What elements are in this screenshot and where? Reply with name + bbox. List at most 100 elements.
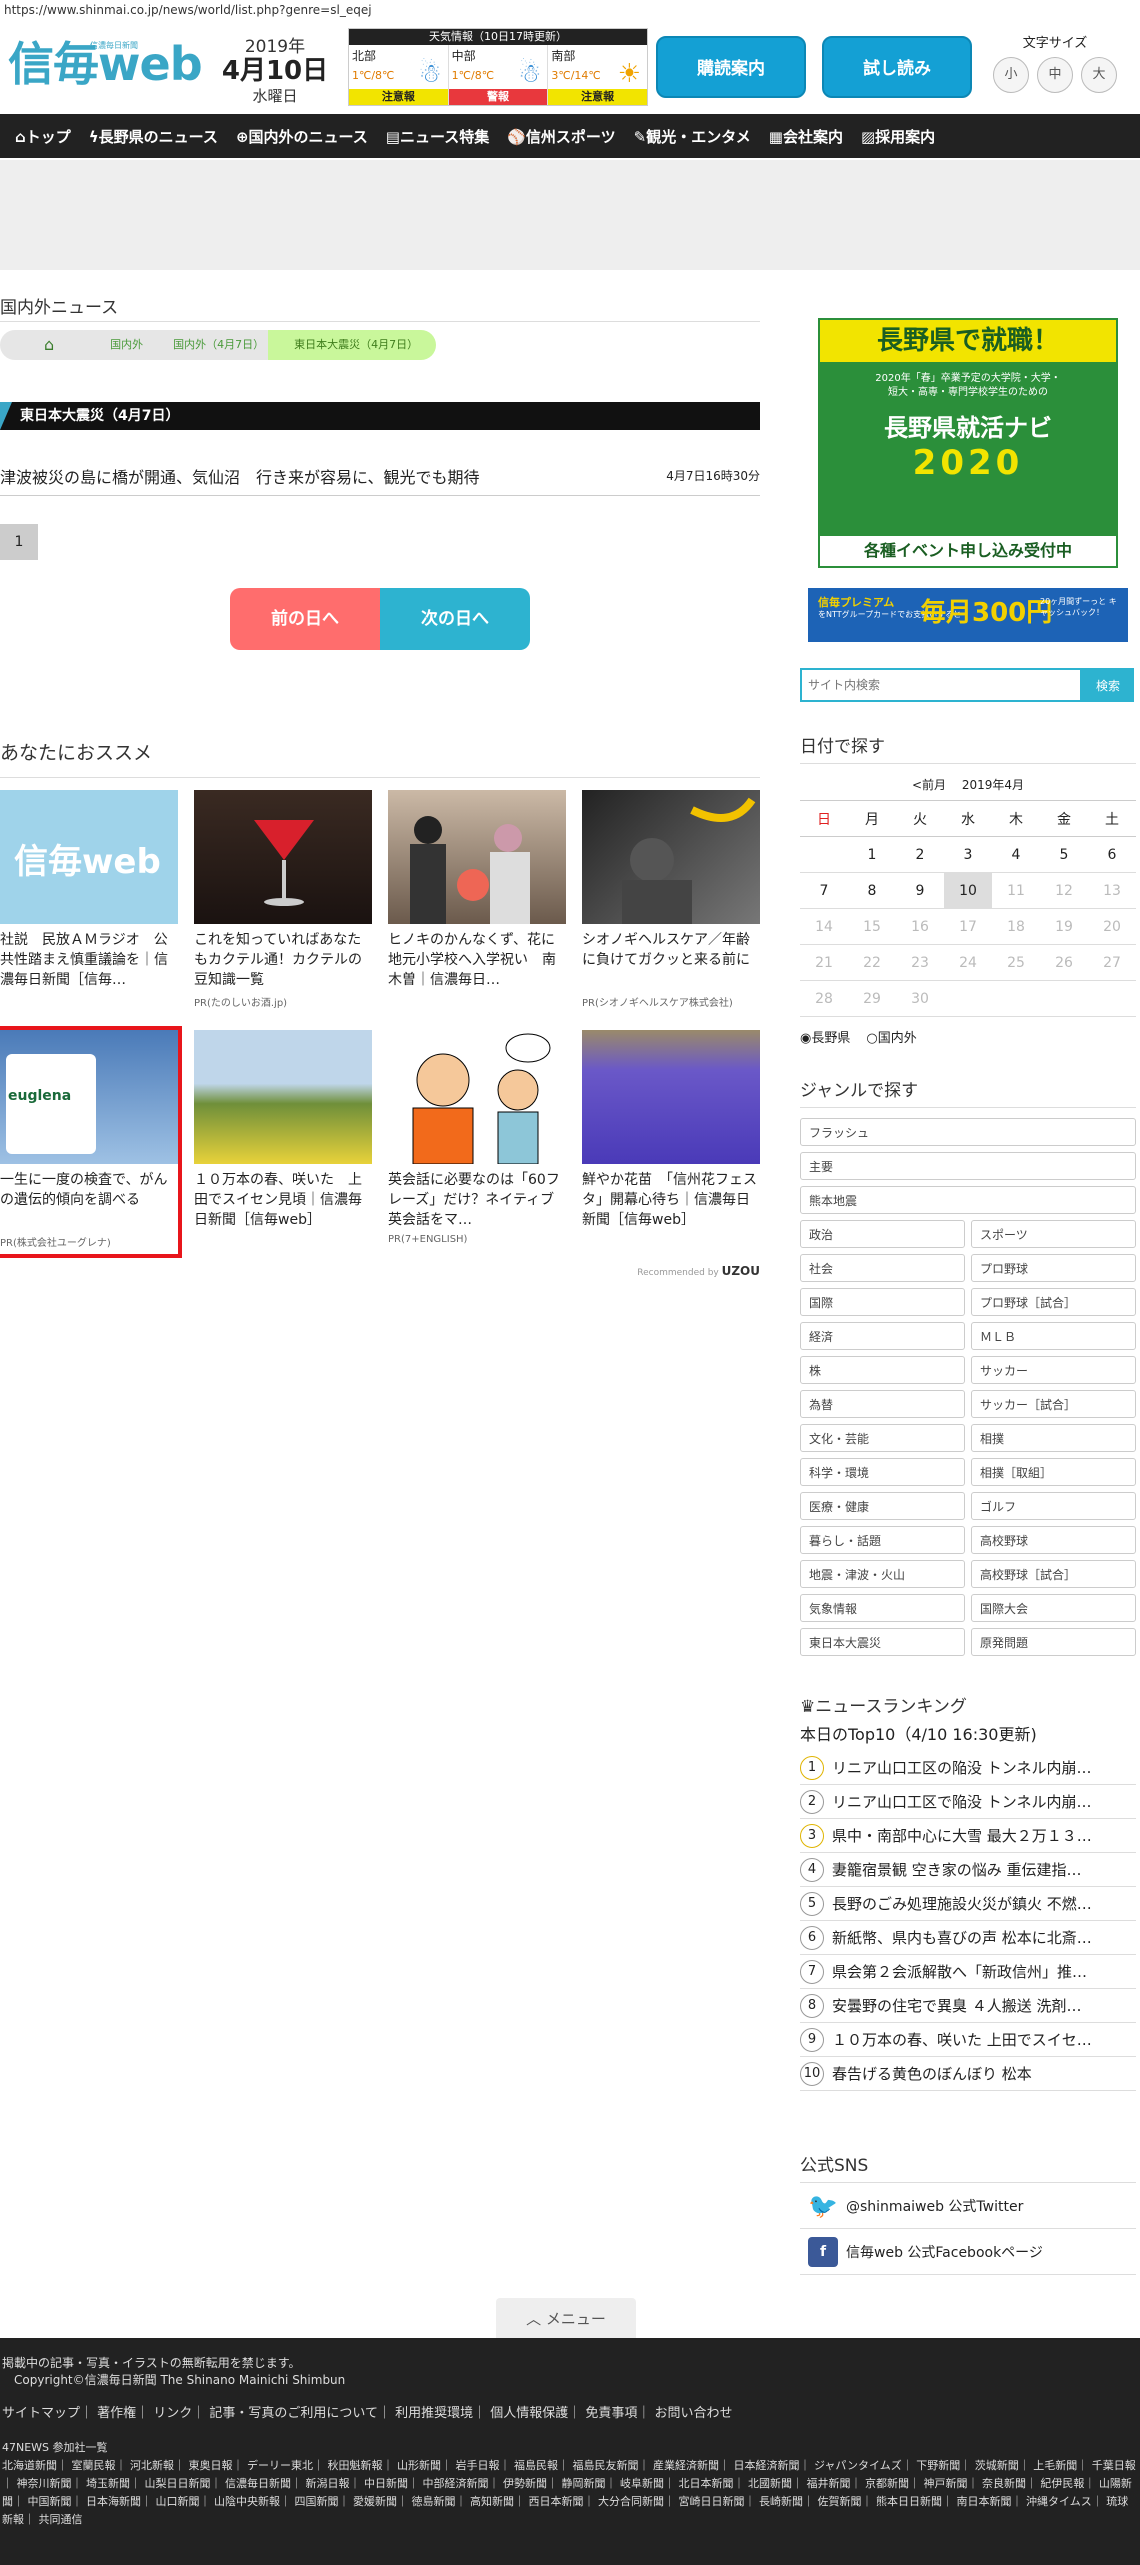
page-number[interactable]: 1: [0, 524, 38, 560]
ranking-item[interactable]: 5 長野のごみ処理施設火災が鎮火 不燃…: [800, 1887, 1136, 1921]
article-title[interactable]: 津波被災の島に橋が開通、気仙沼 行き来が容易に、観光でも期待: [0, 464, 480, 488]
calendar-nav[interactable]: <前月 2019年4月: [800, 776, 1136, 796]
calendar-day[interactable]: 1: [848, 836, 896, 873]
nav-top[interactable]: ⌂トップ: [6, 126, 80, 147]
ranking-item[interactable]: 6 新紙幣、県内も喜びの声 松本に北斎…: [800, 1921, 1136, 1955]
genre-item[interactable]: 地震・津波・火山: [800, 1560, 965, 1588]
nav-sports[interactable]: ⚾信州スポーツ: [498, 126, 624, 147]
genre-item[interactable]: 社会: [800, 1254, 965, 1282]
genre-item[interactable]: 東日本大震災: [800, 1628, 965, 1656]
recommended-by[interactable]: Recommended by UZOU: [0, 1264, 760, 1278]
font-medium-button[interactable]: 中: [1037, 57, 1073, 93]
genre-item[interactable]: 文化・芸能: [800, 1424, 965, 1452]
font-small-button[interactable]: 小: [993, 57, 1029, 93]
calendar-day[interactable]: 6: [1088, 836, 1136, 873]
genre-item[interactable]: 医療・健康: [800, 1492, 965, 1520]
genre-item[interactable]: サッカー: [971, 1356, 1136, 1384]
genre-item[interactable]: 原発問題: [971, 1628, 1136, 1656]
day-navigation: 前の日へ 次の日へ: [230, 588, 760, 650]
recommend-card[interactable]: 鮮やか花苗 「信州花フェスタ」開幕心待ち｜信濃毎日新聞［信毎web］: [582, 1030, 760, 1254]
premium-banner[interactable]: 信毎プレミアム をNTTグループカードでお支払いすると 毎月300円 20ヶ月間…: [808, 588, 1128, 642]
genre-item[interactable]: 暮らし・話題: [800, 1526, 965, 1554]
genre-item[interactable]: 主要: [800, 1152, 1136, 1180]
genre-item[interactable]: 相撲［取組］: [971, 1458, 1136, 1486]
nav-nagano-news[interactable]: ϟ長野県のニュース: [80, 126, 227, 147]
facebook-link[interactable]: f 信毎web 公式Facebookページ: [800, 2229, 1136, 2275]
genre-item[interactable]: 国際大会: [971, 1594, 1136, 1622]
genre-item[interactable]: フラッシュ: [800, 1118, 1136, 1146]
genre-item[interactable]: 株: [800, 1356, 965, 1384]
genre-item[interactable]: 政治: [800, 1220, 965, 1248]
search-button[interactable]: 検索: [1082, 668, 1134, 702]
genre-item[interactable]: 経済: [800, 1322, 965, 1350]
calendar-weekday: 土: [1088, 800, 1136, 837]
radio-nagano[interactable]: ◉長野県: [800, 1027, 850, 1046]
calendar-day[interactable]: 8: [848, 872, 896, 909]
ranking-item[interactable]: 4 妻籠宿景観 空き家の悩み 重伝建指…: [800, 1853, 1136, 1887]
building-icon: ▦: [768, 127, 783, 146]
recommend-card[interactable]: 信毎web 社説 民放ＡＭラジオ 公共性踏まえ慎重議論を｜信濃毎日新聞［信毎…: [0, 790, 178, 1014]
trial-read-button[interactable]: 試し読み: [822, 36, 972, 98]
nav-company[interactable]: ▦会社案内: [760, 126, 852, 147]
prev-day-button[interactable]: 前の日へ: [230, 588, 380, 650]
nav-world-news[interactable]: ⊕国内外のニュース: [227, 126, 377, 147]
genre-item[interactable]: ＭＬＢ: [971, 1322, 1136, 1350]
job-banner[interactable]: 長野県で就職！ 2020年「春」卒業予定の大学院・大学・ 短大・高専・専門学校学…: [818, 318, 1118, 568]
ranking-item[interactable]: 1 リニア山口工区の陥没 トンネル内崩…: [800, 1751, 1136, 1785]
genre-item[interactable]: ゴルフ: [971, 1492, 1136, 1520]
recommend-card[interactable]: ヒノキのかんなくず、花に 地元小学校へ入学祝い 南木曽｜信濃毎日…: [388, 790, 566, 1014]
recommend-card[interactable]: これを知っていればあなたもカクテル通！カクテルの豆知識一覧 PR(たのしいお酒.…: [194, 790, 372, 1014]
calendar-day: [800, 836, 848, 873]
genre-item[interactable]: 為替: [800, 1390, 965, 1418]
genre-item[interactable]: 国際: [800, 1288, 965, 1316]
recommend-card[interactable]: シオノギヘルスケア／年齢に負けてガクッと来る前に PR(シオノギヘルスケア株式会…: [582, 790, 760, 1014]
nav-recruit[interactable]: ▨採用案内: [852, 126, 944, 147]
ranking-item[interactable]: 8 安曇野の住宅で異臭 ４人搬送 洗剤…: [800, 1989, 1136, 2023]
recommend-card[interactable]: 英会話に必要なのは「60フレーズ」だけ？ネイティブ英会話をマ… PR(7+ENG…: [388, 1030, 566, 1254]
breadcrumb-world-date[interactable]: 国内外（4月7日）: [147, 330, 283, 360]
radio-world[interactable]: ○国内外: [866, 1027, 916, 1046]
genre-item[interactable]: 高校野球［試合］: [971, 1560, 1136, 1588]
search-input[interactable]: [800, 668, 1082, 702]
recommend-card[interactable]: １０万本の春、咲いた 上田でスイセン見頃｜信濃毎日新聞［信毎web］: [194, 1030, 372, 1254]
genre-item[interactable]: プロ野球［試合］: [971, 1288, 1136, 1316]
menu-toggle[interactable]: ︿ メニュー: [496, 2298, 636, 2338]
twitter-link[interactable]: 🐦 @shinmaiweb 公式Twitter: [800, 2183, 1136, 2229]
ranking-item[interactable]: 2 リニア山口工区で陥没 トンネル内崩…: [800, 1785, 1136, 1819]
genre-item[interactable]: 気象情報: [800, 1594, 965, 1622]
subscribe-button[interactable]: 購読案内: [656, 36, 806, 98]
genre-item[interactable]: サッカー［試合］: [971, 1390, 1136, 1418]
next-day-button[interactable]: 次の日へ: [380, 588, 530, 650]
article-item[interactable]: 津波被災の島に橋が開通、気仙沼 行き来が容易に、観光でも期待 4月7日16時30…: [0, 456, 760, 496]
rank-title: 安曇野の住宅で異臭 ４人搬送 洗剤…: [832, 1997, 1082, 2015]
genre-item[interactable]: 相撲: [971, 1424, 1136, 1452]
calendar-day[interactable]: 5: [1040, 836, 1088, 873]
ranking-item[interactable]: 7 県会第２会派解散へ「新政信州」推…: [800, 1955, 1136, 1989]
banner-sub: 2020年「春」卒業予定の大学院・大学・ 短大・高専・専門学校学生のための: [875, 373, 1061, 398]
font-large-button[interactable]: 大: [1081, 57, 1117, 93]
calendar-day[interactable]: 3: [944, 836, 992, 873]
calendar-day[interactable]: 9: [896, 872, 944, 909]
recommend-card-highlighted[interactable]: euglena 一生に一度の検査で、がんの遺伝的傾向を調べる PR(株式会社ユー…: [0, 1026, 182, 1258]
weather-widget[interactable]: 天気情報（10日17時更新） 北部 1℃/8℃ ☃ 注意報 中部 1℃/8℃ ☃…: [348, 28, 648, 106]
calendar-day[interactable]: 4: [992, 836, 1040, 873]
calendar-day[interactable]: 2: [896, 836, 944, 873]
ranking-item[interactable]: 9 １０万本の春、咲いた 上田でスイセ…: [800, 2023, 1136, 2057]
calendar-day: 27: [1088, 944, 1136, 981]
genre-item[interactable]: プロ野球: [971, 1254, 1136, 1282]
genre-item[interactable]: 高校野球: [971, 1526, 1136, 1554]
genre-item[interactable]: 科学・環境: [800, 1458, 965, 1486]
calendar-day[interactable]: 7: [800, 872, 848, 909]
newspaper-links[interactable]: 北海道新聞｜ 室蘭民報｜ 河北新報｜ 東奥日報｜ デーリー東北｜ 秋田魁新報｜ …: [2, 2457, 1138, 2529]
calendar-day: 28: [800, 980, 848, 1017]
nav-features[interactable]: ▤ニュース特集: [377, 126, 498, 147]
nav-tourism[interactable]: ✎観光・エンタメ: [625, 126, 760, 147]
site-logo[interactable]: 信毎web 信濃毎日新聞: [8, 36, 208, 92]
ranking-item[interactable]: 3 県中・南部中心に大雪 最大２万１３…: [800, 1819, 1136, 1853]
sidebar: 長野県で就職！ 2020年「春」卒業予定の大学院・大学・ 短大・高専・専門学校学…: [800, 318, 1136, 2275]
genre-item[interactable]: スポーツ: [971, 1220, 1136, 1248]
genre-item[interactable]: 熊本地震: [800, 1186, 1136, 1214]
ranking-item[interactable]: 10 春告げる黄色のぼんぼり 松本: [800, 2057, 1136, 2091]
calendar-day[interactable]: 10: [944, 872, 992, 909]
footer-links[interactable]: サイトマップ｜ 著作権｜ リンク｜ 記事・写真のご利用について｜ 利用推奨環境｜…: [2, 2402, 1138, 2421]
